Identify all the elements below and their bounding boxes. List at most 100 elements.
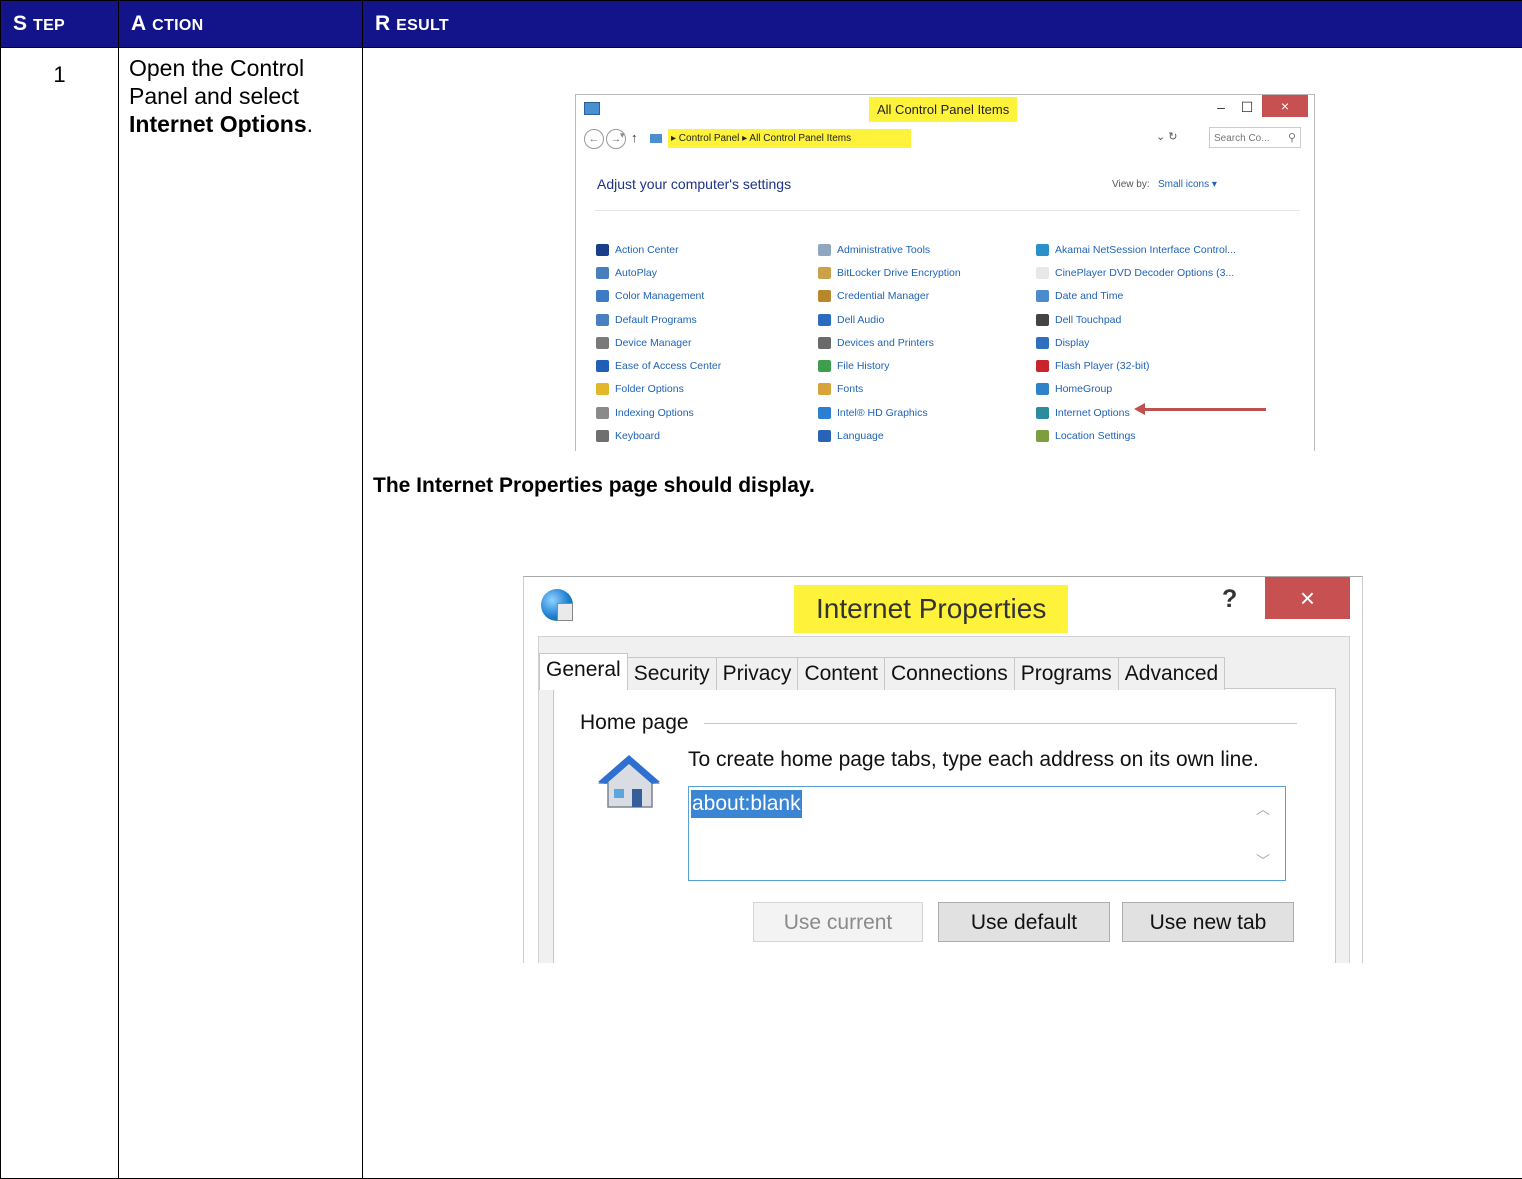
control-panel-titlebar: All Control Panel Items – ☐ × [576, 95, 1314, 123]
control-panel-item[interactable]: Default Programs [596, 308, 721, 331]
control-panel-item[interactable]: Location Settings [1036, 424, 1236, 447]
use-current-button[interactable]: Use current [753, 902, 923, 942]
control-panel-item[interactable]: Dell Touchpad [1036, 308, 1236, 331]
control-panel-item[interactable]: Language [818, 424, 961, 447]
control-panel-item-label: AutoPlay [615, 267, 657, 279]
search-input[interactable]: Search Co... ⚲ [1209, 127, 1301, 148]
home-page-group-label: Home page [580, 711, 697, 735]
control-panel-item[interactable]: File History [818, 354, 961, 377]
control-panel-title: All Control Panel Items [869, 97, 1017, 122]
items-column-3: Akamai NetSession Interface Control... Ci… [1036, 238, 1236, 448]
control-panel-item[interactable]: Credential Manager [818, 285, 961, 308]
control-panel-item-label: Credential Manager [837, 290, 929, 302]
use-new-tab-button[interactable]: Use new tab [1122, 902, 1294, 942]
use-default-button[interactable]: Use default [938, 902, 1110, 942]
control-panel-item-icon [596, 430, 609, 442]
control-panel-item-label: Devices and Printers [837, 337, 934, 349]
dialog-close-button[interactable]: × [1265, 577, 1350, 619]
control-panel-item-icon [596, 383, 609, 395]
control-panel-item-icon [1036, 290, 1049, 302]
control-panel-item[interactable]: BitLocker Drive Encryption [818, 261, 961, 284]
control-panel-item[interactable]: AutoPlay [596, 261, 721, 284]
control-panel-item-icon [1036, 407, 1049, 419]
control-panel-item[interactable]: Devices and Printers [818, 331, 961, 354]
control-panel-item[interactable]: Ease of Access Center [596, 354, 721, 377]
tab-security[interactable]: Security [627, 657, 717, 690]
control-panel-item-icon [1036, 244, 1049, 256]
tab-general[interactable]: General [539, 653, 628, 690]
control-panel-item-label: File History [837, 360, 890, 372]
result-caption: The Internet Properties page should disp… [373, 474, 815, 498]
tab-connections[interactable]: Connections [884, 657, 1015, 690]
control-panel-item[interactable]: Color Management [596, 285, 721, 308]
breadcrumb[interactable]: ▸ Control Panel ▸ All Control Panel Item… [668, 129, 911, 148]
items-column-1: Action Center AutoPlay Color Management Def… [596, 238, 721, 448]
control-panel-item-label: Flash Player (32-bit) [1055, 360, 1150, 372]
control-panel-item[interactable]: Fonts [818, 378, 961, 401]
control-panel-item-label: Default Programs [615, 314, 697, 326]
items-column-2: Administrative Tools BitLocker Drive Encr… [818, 238, 961, 448]
house-icon [598, 753, 660, 811]
control-panel-item-label: Intel® HD Graphics [837, 407, 928, 419]
back-arrow-icon[interactable]: ← [584, 129, 604, 149]
tab-programs[interactable]: Programs [1014, 657, 1119, 690]
divider [595, 210, 1300, 211]
control-panel-item-label: Date and Time [1055, 290, 1123, 302]
control-panel-item-icon [596, 244, 609, 256]
header-result: RESULT [363, 1, 1522, 48]
control-panel-item[interactable]: Intel® HD Graphics [818, 401, 961, 424]
help-button[interactable]: ? [1222, 585, 1237, 614]
control-panel-item-label: Dell Audio [837, 314, 884, 326]
control-panel-item-label: Internet Options [1055, 407, 1130, 419]
control-panel-item[interactable]: HomeGroup [1036, 378, 1236, 401]
control-panel-item-label: Action Center [615, 244, 679, 256]
control-panel-item-icon [1036, 383, 1049, 395]
control-panel-icon [584, 102, 600, 115]
control-panel-item[interactable]: Indexing Options [596, 401, 721, 424]
control-panel-item-label: BitLocker Drive Encryption [837, 267, 961, 279]
header-step: STEP [1, 1, 119, 48]
control-panel-item-label: Keyboard [615, 430, 660, 442]
action-emphasis: Internet Options [129, 111, 307, 137]
control-panel-item-icon [818, 314, 831, 326]
recent-dropdown-icon[interactable]: ▾ [620, 130, 625, 141]
control-panel-item-label: Location Settings [1055, 430, 1136, 442]
view-by-dropdown[interactable]: Small icons ▾ [1158, 179, 1217, 190]
annotation-arrow [1144, 408, 1266, 411]
header-action: ACTION [119, 1, 363, 48]
close-button[interactable]: × [1262, 95, 1308, 117]
tab-privacy[interactable]: Privacy [716, 657, 799, 690]
control-panel-item-icon [818, 407, 831, 419]
search-icon: ⚲ [1288, 128, 1296, 149]
home-page-textarea[interactable]: about:blank ︿ ﹀ [688, 786, 1286, 881]
control-panel-item[interactable]: Flash Player (32-bit) [1036, 354, 1236, 377]
refresh-icon[interactable]: ⌄ ↻ [1156, 130, 1178, 143]
control-panel-item[interactable]: Action Center [596, 238, 721, 261]
control-panel-item[interactable]: CinePlayer DVD Decoder Options (3... [1036, 261, 1236, 284]
group-divider [704, 723, 1297, 724]
control-panel-window: All Control Panel Items – ☐ × ← → ▾ ↑ ▸ … [575, 94, 1315, 451]
internet-options-icon [541, 589, 573, 621]
control-panel-item[interactable]: Akamai NetSession Interface Control... [1036, 238, 1236, 261]
home-page-value: about:blank [691, 790, 802, 818]
control-panel-item[interactable]: Device Manager [596, 331, 721, 354]
minimize-button[interactable]: – [1210, 97, 1232, 117]
tab-advanced[interactable]: Advanced [1118, 657, 1225, 690]
tab-content[interactable]: Content [797, 657, 885, 690]
header-row: STEP ACTION RESULT [1, 1, 1522, 48]
control-panel-item-icon [596, 360, 609, 372]
maximize-button[interactable]: ☐ [1236, 97, 1258, 117]
control-panel-item-label: CinePlayer DVD Decoder Options (3... [1055, 267, 1234, 279]
control-panel-item-label: Device Manager [615, 337, 691, 349]
scroll-up-icon[interactable]: ︿ [1256, 799, 1270, 819]
scroll-down-icon[interactable]: ﹀ [1256, 851, 1270, 871]
control-panel-item[interactable]: Dell Audio [818, 308, 961, 331]
control-panel-item-icon [596, 267, 609, 279]
control-panel-item-label: Folder Options [615, 383, 684, 395]
control-panel-item[interactable]: Administrative Tools [818, 238, 961, 261]
control-panel-item[interactable]: Date and Time [1036, 285, 1236, 308]
control-panel-item[interactable]: Display [1036, 331, 1236, 354]
control-panel-item[interactable]: Folder Options [596, 378, 721, 401]
up-arrow-icon[interactable]: ↑ [631, 130, 638, 145]
control-panel-item[interactable]: Keyboard [596, 424, 721, 447]
